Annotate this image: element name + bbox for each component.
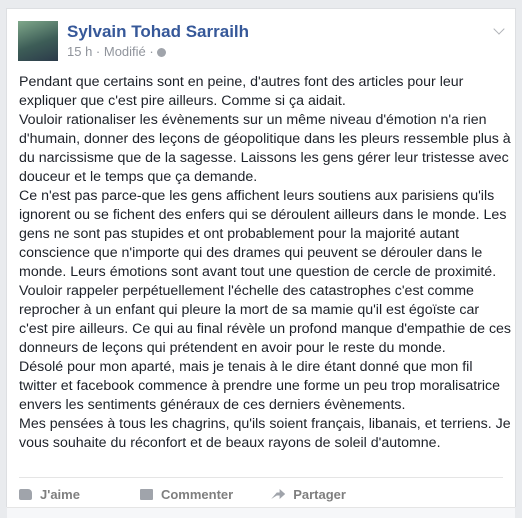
post-text-line: twitter et facebook commence à prendre u… bbox=[19, 378, 501, 394]
share-arrow-icon bbox=[271, 489, 286, 499]
action-bar: J'aime Commenter Partager bbox=[19, 481, 382, 507]
comment-button[interactable]: Commenter bbox=[139, 486, 234, 502]
comment-label: Commenter bbox=[160, 486, 234, 502]
post-text: Pendant que certains sont en peine, d'au… bbox=[19, 73, 511, 453]
post-text-line: Ce n'est pas parce-que les gens affichen… bbox=[19, 188, 495, 204]
post-text-line: Pendant que certains sont en peine, d'au… bbox=[19, 74, 464, 90]
like-label: J'aime bbox=[40, 486, 80, 502]
post-text-line: du narcissisme que de la sagesse. Laisso… bbox=[19, 150, 509, 166]
avatar[interactable] bbox=[18, 21, 58, 61]
post-text-line: envers les sentiments généraux de ces de… bbox=[19, 397, 406, 413]
post-text-line: Vouloir rappeler perpétuellement l'échel… bbox=[19, 283, 474, 299]
post-text-line: expliquer que c'est pire ailleurs. Comme… bbox=[19, 93, 346, 109]
share-label: Partager bbox=[293, 486, 346, 502]
chevron-down-icon[interactable] bbox=[493, 23, 505, 35]
thumbs-up-icon bbox=[19, 488, 32, 500]
share-button[interactable]: Partager bbox=[271, 487, 346, 502]
comment-icon bbox=[139, 488, 153, 500]
timestamp[interactable]: 15 h bbox=[67, 44, 92, 59]
author-name[interactable]: Sylvain Tohad Sarrailh bbox=[67, 22, 249, 42]
post-text-line: Désolé pour mon aparté, mais je tenais à… bbox=[19, 359, 473, 375]
like-button[interactable]: J'aime bbox=[19, 487, 80, 502]
post-text-line: vous souhaite du réconfort et de beaux r… bbox=[19, 435, 441, 451]
post-text-line: gens ne sont pas stupides et ont probabl… bbox=[19, 226, 460, 242]
post-text-line: douceur et le temps que ça demande. bbox=[19, 169, 258, 185]
comments-area bbox=[7, 507, 515, 518]
post-text-line: conscience que n'importe qui des drames … bbox=[19, 245, 483, 261]
post-text-line: d'humain, donner des leçons de géopoliti… bbox=[19, 131, 511, 147]
post-text-line: monde. Leurs émotions sont avant tout un… bbox=[19, 264, 497, 280]
post-text-line: Vouloir rationaliser les évènements sur … bbox=[19, 112, 487, 128]
post-meta: 15 h · Modifié · bbox=[67, 44, 167, 59]
edited-label[interactable]: Modifié bbox=[104, 44, 146, 59]
post-text-line: donneurs de leçons qui prétendent en avo… bbox=[19, 340, 446, 356]
post-text-line: c'est pire ailleurs. Ce qui au final rév… bbox=[19, 321, 512, 337]
post-text-line: Mes pensées à tous les chagrins, qu'ils … bbox=[19, 416, 511, 432]
divider bbox=[19, 477, 503, 478]
post-card: Sylvain Tohad Sarrailh 15 h · Modifié · … bbox=[6, 8, 516, 518]
globe-icon[interactable] bbox=[157, 48, 167, 57]
post-text-line: ignorent ou se fichent des enfers qui se… bbox=[19, 207, 507, 223]
post-text-line: reprocher à un enfant qui pleure la mort… bbox=[19, 302, 480, 318]
